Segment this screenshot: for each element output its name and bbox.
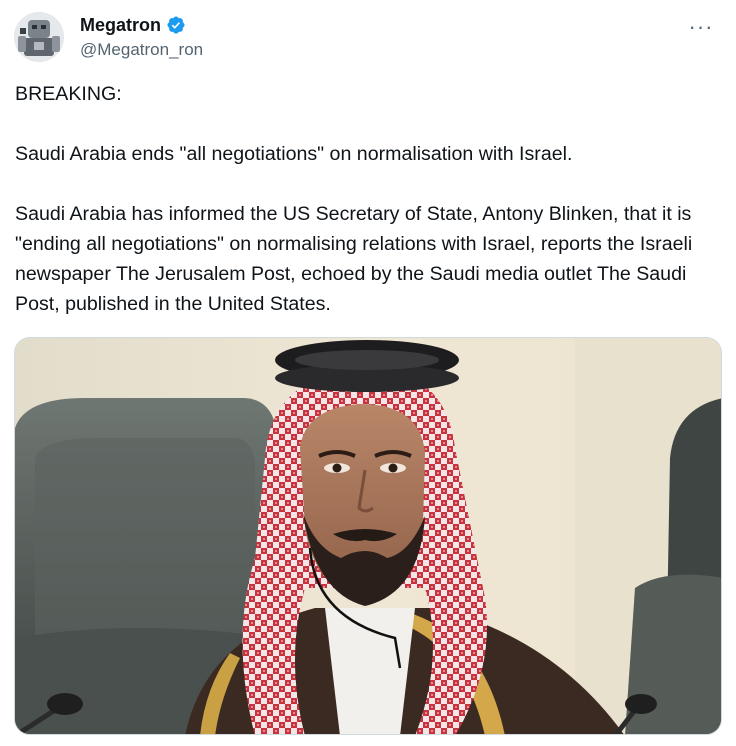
display-name-row: Megatron: [80, 13, 203, 37]
author-handle[interactable]: @Megatron_ron: [80, 40, 203, 60]
display-name[interactable]: Megatron: [80, 15, 161, 36]
tweet-photo[interactable]: [14, 337, 722, 735]
tweet-line-headline: Saudi Arabia ends "all negotiations" on …: [15, 143, 573, 165]
tweet-line-body: Saudi Arabia has informed the US Secreta…: [15, 203, 693, 315]
tweet-text: BREAKING: Saudi Arabia ends "all negotia…: [15, 79, 725, 319]
more-options-icon: ···: [688, 14, 714, 39]
tweet-header: Megatron @Megatron_ron ···: [14, 10, 724, 66]
verified-badge-icon[interactable]: [166, 15, 186, 35]
tweet-line-breaking: BREAKING:: [15, 83, 122, 105]
tweet-card: Megatron @Megatron_ron ··· BREAKING: Sau…: [0, 0, 736, 746]
robot-avatar-icon[interactable]: [14, 12, 64, 62]
author-names: Megatron @Megatron_ron: [80, 13, 203, 60]
more-options-button[interactable]: ···: [684, 14, 718, 40]
